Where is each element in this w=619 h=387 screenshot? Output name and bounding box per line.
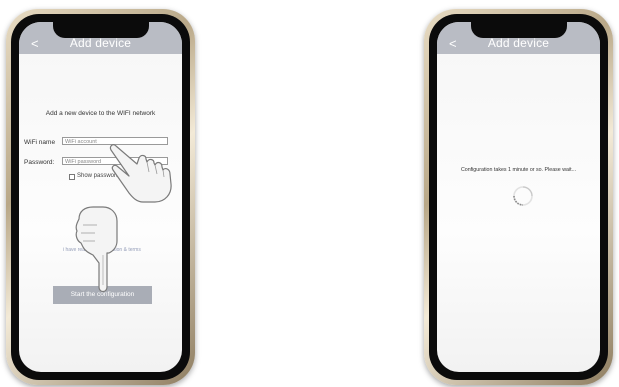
page-title: Add device xyxy=(487,36,550,50)
phone-notch xyxy=(52,22,149,38)
pointing-hand-icon xyxy=(109,144,172,203)
pointing-hand-icon xyxy=(75,206,118,293)
left-screen: < Add device Add a new device to the WIF… xyxy=(19,22,182,372)
password-label: Password: xyxy=(24,159,55,166)
section-heading: Add a new device to the WIFI network xyxy=(45,110,156,117)
show-password-checkbox[interactable] xyxy=(69,174,75,180)
page-title: Add device xyxy=(69,36,132,50)
loading-spinner-icon xyxy=(513,186,533,206)
configuration-message: Configuration takes 1 minute or so. Plea… xyxy=(460,167,577,173)
right-phone: < Add device Configuration takes 1 minut… xyxy=(424,9,613,385)
wifi-name-label: WiFi name xyxy=(24,139,56,146)
right-screen: < Add device Configuration takes 1 minut… xyxy=(437,22,600,372)
phone-notch xyxy=(470,22,567,38)
left-phone: < Add device Add a new device to the WIF… xyxy=(6,9,195,385)
